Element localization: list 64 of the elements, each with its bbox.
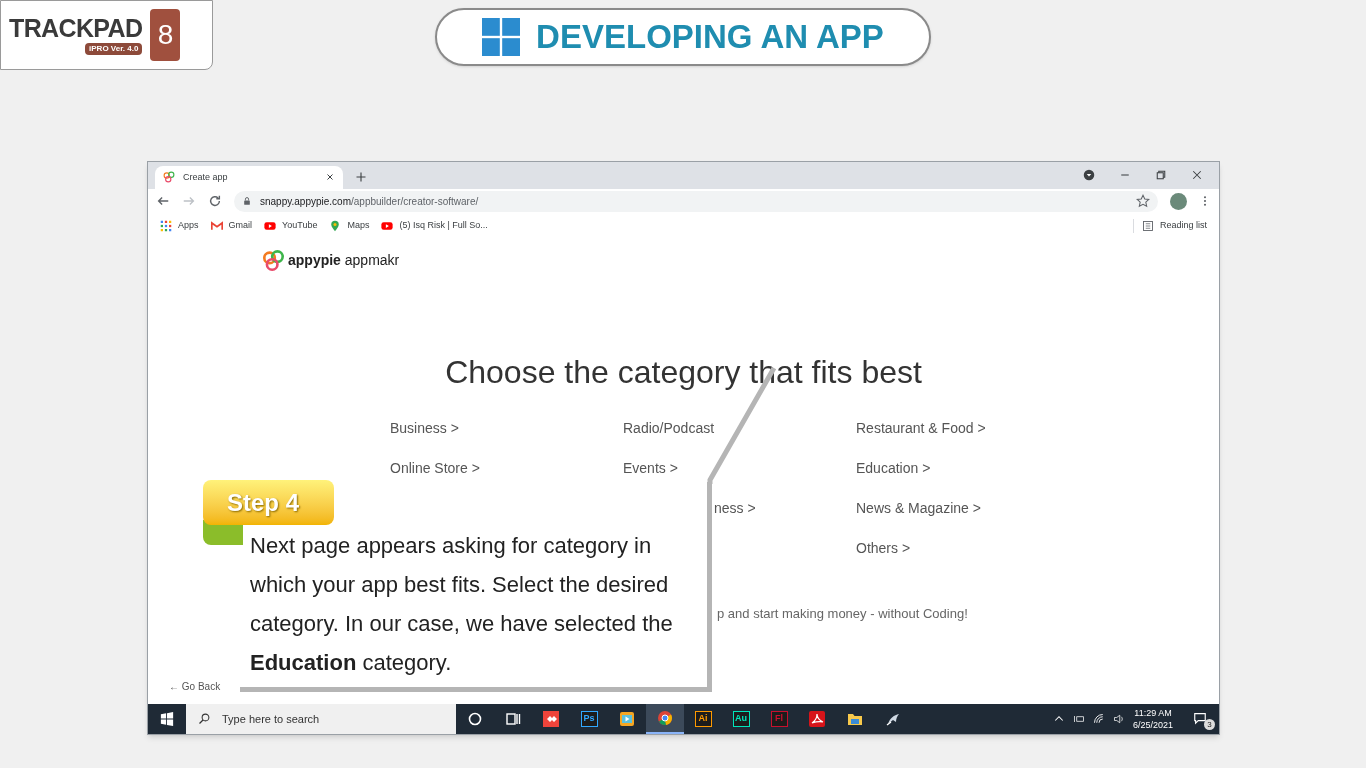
bookmark-link[interactable]: Gmail xyxy=(228,219,253,233)
restore-icon[interactable] xyxy=(1155,169,1167,182)
tagline: p and start making money - without Coding! xyxy=(717,604,968,623)
category-link[interactable]: Restaurant & Food > xyxy=(856,417,986,439)
step-badge: Step 4 xyxy=(203,480,334,525)
browser-tab[interactable]: Create app xyxy=(155,165,343,189)
reading-list-link[interactable]: Reading list xyxy=(1159,219,1207,233)
speaker-icon[interactable] xyxy=(1112,713,1125,726)
windows-logo-icon xyxy=(482,18,521,56)
chrome-icon[interactable] xyxy=(657,710,673,727)
media-player-icon[interactable] xyxy=(619,711,635,728)
avatar[interactable] xyxy=(1170,192,1187,210)
search-icon xyxy=(198,713,210,726)
grid-icon[interactable] xyxy=(160,219,172,232)
new-tab-icon[interactable] xyxy=(355,170,367,183)
clock[interactable]: 11:29 AM 6/25/2021 xyxy=(1132,707,1173,732)
dropdown-circle-icon[interactable] xyxy=(1083,169,1095,182)
pdf-icon[interactable] xyxy=(809,711,825,728)
category-link[interactable]: Events > xyxy=(623,457,678,479)
start-button[interactable] xyxy=(160,712,174,727)
brand-logo-icon xyxy=(263,249,284,271)
category-link[interactable]: Business > xyxy=(390,417,459,439)
reload-icon[interactable] xyxy=(208,194,222,209)
play-icon[interactable] xyxy=(381,219,394,232)
bookmark-link[interactable]: Maps xyxy=(347,219,370,233)
close-icon[interactable] xyxy=(1191,169,1203,182)
version-badge: iPRO Ver. 4.0 xyxy=(85,42,143,55)
category-link[interactable]: Others > xyxy=(856,537,911,559)
circle-icon[interactable] xyxy=(467,711,483,728)
go-back-link[interactable]: ← Go Back xyxy=(169,678,221,694)
envelope-icon[interactable] xyxy=(210,219,223,232)
play-icon[interactable] xyxy=(264,219,277,232)
edition-number: 8 xyxy=(150,9,181,61)
category-link[interactable]: Online Store > xyxy=(390,457,480,479)
brand-name: appypie appmakr xyxy=(288,250,400,270)
address-bar[interactable]: snappy.appypie.com/appbuilder/creator-software/ xyxy=(234,190,1158,212)
diamond-app-icon[interactable] xyxy=(543,711,559,728)
star-icon[interactable] xyxy=(1136,194,1150,209)
folder-icon[interactable] xyxy=(847,711,863,728)
tab-title: Create app xyxy=(183,170,229,184)
list-icon[interactable] xyxy=(1141,219,1154,232)
wifi-icon[interactable] xyxy=(1092,713,1105,726)
category-link[interactable]: ness > xyxy=(714,497,756,519)
banner-title: DEVELOPING AN APP xyxy=(536,17,884,58)
logo-text: TRACKPAD xyxy=(9,15,143,41)
app-tile-icon[interactable]: Ps xyxy=(580,711,598,728)
category-link[interactable]: News & Magazine > xyxy=(856,497,981,519)
category-link[interactable]: Radio/Podcast xyxy=(623,417,715,439)
lock-icon xyxy=(242,196,252,207)
bookmark-link[interactable]: Apps xyxy=(178,219,199,233)
category-link[interactable]: Education > xyxy=(856,457,931,479)
message-icon xyxy=(1193,711,1207,726)
app-tile-icon[interactable]: Ai xyxy=(694,711,712,728)
map-pin-icon[interactable] xyxy=(329,219,342,232)
bookmark-link[interactable]: YouTube xyxy=(282,219,318,233)
notification-count: 3 xyxy=(1204,719,1215,731)
bookmark-link[interactable]: (5) Isq Risk | Full So... xyxy=(399,219,488,233)
app-tile-icon[interactable]: Au xyxy=(732,711,750,728)
favicon-icon xyxy=(163,171,175,184)
page-heading: Choose the category that fits best xyxy=(444,352,923,392)
taskbar-search-field[interactable]: Type here to search xyxy=(186,704,456,734)
task-view-icon[interactable] xyxy=(505,711,521,728)
url-text: snappy.appypie.com/appbuilder/creator-software/ xyxy=(260,194,480,209)
callout-text: Next page appears asking for category in which your app best fits. Select the desired category. In our case, we have selected the Education category. xyxy=(250,532,674,677)
